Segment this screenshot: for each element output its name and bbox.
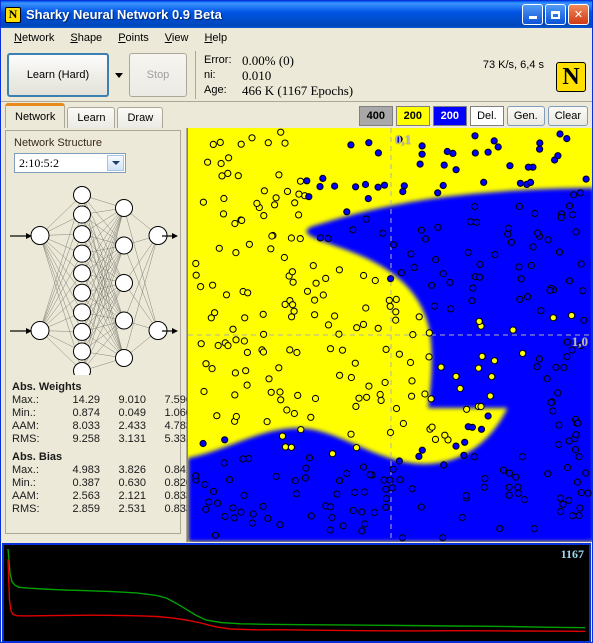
tab-draw[interactable]: Draw bbox=[117, 107, 164, 128]
training-stats: Error: 0.00% (0) ni: 0.010 Age: 466 K (1167… bbox=[204, 53, 353, 98]
row-label: Min.: bbox=[12, 407, 36, 419]
row-label: AAM: bbox=[12, 420, 39, 432]
cell: 2.859 bbox=[72, 503, 100, 515]
title-bar: N Sharky Neural Network 0.9 Beta ✕ bbox=[1, 1, 592, 28]
menu-item-view[interactable]: View bbox=[157, 30, 197, 46]
error-history-chart: 1167 bbox=[2, 543, 591, 643]
network-structure-label: Network Structure bbox=[14, 137, 103, 149]
network-panel: Network Structure 2:10:5:2 Abs. Weights … bbox=[1, 128, 192, 542]
menu-item-shape[interactable]: Shape bbox=[62, 30, 110, 46]
toolbar-separator bbox=[195, 51, 196, 99]
cell: 2.433 bbox=[118, 420, 146, 432]
learn-mode-dropdown-icon[interactable] bbox=[109, 53, 129, 97]
row-label: RMS: bbox=[12, 503, 40, 515]
menu-bar: NNetworketwork Shape Points View Help bbox=[1, 28, 592, 49]
cell: 3.131 bbox=[118, 433, 146, 445]
abs-weights-table: Abs. Weights Max.: 14.29 9.010 7.596 Min.: 0… bbox=[12, 381, 196, 446]
app-icon: N bbox=[5, 6, 21, 23]
point-count-class-a-button[interactable]: 200 bbox=[395, 106, 430, 126]
network-panel-inner: Network Structure 2:10:5:2 Abs. Weights … bbox=[5, 130, 192, 534]
cell: 2.121 bbox=[118, 490, 146, 502]
cell: 0.049 bbox=[118, 407, 146, 419]
window-title: Sharky Neural Network 0.9 Beta bbox=[26, 7, 222, 22]
cell: 2.563 bbox=[72, 490, 100, 502]
window-controls: ✕ bbox=[522, 4, 589, 25]
plot-canvas[interactable] bbox=[188, 128, 592, 542]
close-button[interactable]: ✕ bbox=[568, 4, 589, 25]
cell: 9.258 bbox=[72, 433, 100, 445]
network-structure-select[interactable]: 2:10:5:2 bbox=[14, 153, 126, 173]
cell: 0.630 bbox=[118, 477, 146, 489]
abs-bias-title: Abs. Bias bbox=[12, 451, 63, 463]
tab-network[interactable]: Network bbox=[5, 103, 66, 128]
cell: 0.874 bbox=[72, 407, 100, 419]
table-row: Max.: 4.983 3.826 0.841 bbox=[12, 464, 196, 477]
network-structure-value: 2:10:5:2 bbox=[19, 155, 60, 170]
axis-label-right: 1,0 bbox=[571, 334, 588, 349]
row-label: RMS: bbox=[12, 433, 40, 445]
sharky-logo-icon: N bbox=[556, 62, 586, 92]
app-window: N Sharky Neural Network 0.9 Beta ✕ NNetw… bbox=[0, 0, 593, 643]
clear-points-button[interactable]: Clear bbox=[547, 106, 588, 126]
age-label: Age: bbox=[204, 83, 227, 96]
age-value: 466 K (1167 Epochs) bbox=[242, 82, 354, 98]
axis-label-top: 0,1 bbox=[395, 132, 412, 147]
table-row: AAM: 2.563 2.121 0.833 bbox=[12, 490, 196, 503]
neural-network-diagram bbox=[10, 186, 178, 375]
abs-weights-title: Abs. Weights bbox=[12, 381, 82, 393]
minimize-button[interactable] bbox=[522, 4, 543, 25]
menu-item-points[interactable]: Points bbox=[110, 30, 157, 46]
point-count-total-button[interactable]: 400 bbox=[358, 106, 393, 126]
cell: 4.983 bbox=[72, 464, 100, 476]
abs-bias-table: Abs. Bias Max.: 4.983 3.826 0.841 Min.: 0.38… bbox=[12, 451, 196, 516]
decision-boundary-plot[interactable]: 0,1 1,0 bbox=[187, 128, 592, 542]
menu-item-network[interactable]: NNetworketwork bbox=[6, 30, 62, 46]
table-row: RMS: 9.258 3.131 5.331 bbox=[12, 433, 196, 446]
error-label: Error: bbox=[204, 53, 232, 66]
epoch-count-label: 1167 bbox=[560, 547, 584, 561]
ni-label: ni: bbox=[204, 68, 216, 81]
learn-button[interactable]: Learn (Hard) bbox=[7, 53, 109, 97]
table-row: Max.: 14.29 9.010 7.596 bbox=[12, 394, 196, 407]
menu-item-help[interactable]: Help bbox=[196, 30, 235, 46]
maximize-button[interactable] bbox=[545, 4, 566, 25]
table-row: Min.: 0.874 0.049 1.060 bbox=[12, 407, 196, 420]
row-label: Max.: bbox=[12, 464, 39, 476]
toolbar: Learn (Hard) Stop Error: 0.00% (0) ni: 0.0… bbox=[1, 49, 592, 102]
ni-value: 0.010 bbox=[242, 67, 272, 83]
cell: 0.387 bbox=[72, 477, 100, 489]
delete-points-button[interactable]: Del. bbox=[469, 106, 504, 126]
error-chart-canvas bbox=[4, 545, 589, 639]
row-label: AAM: bbox=[12, 490, 39, 502]
main-area: Network Structure 2:10:5:2 Abs. Weights … bbox=[1, 128, 592, 542]
speed-indicator: 73 K/s, 6,4 s bbox=[482, 59, 544, 71]
row-label: Min.: bbox=[12, 477, 36, 489]
stop-button[interactable]: Stop bbox=[129, 53, 187, 97]
cell: 9.010 bbox=[118, 394, 146, 406]
tab-bar: Network Learn Draw 400 200 200 Del. Gen.… bbox=[1, 102, 592, 128]
table-row: AAM: 8.033 2.433 4.783 bbox=[12, 420, 196, 433]
cell: 2.531 bbox=[118, 503, 146, 515]
cell: 3.826 bbox=[118, 464, 146, 476]
cell: 8.033 bbox=[72, 420, 100, 432]
table-row: Min.: 0.387 0.630 0.826 bbox=[12, 477, 196, 490]
point-count-class-b-button[interactable]: 200 bbox=[432, 106, 467, 126]
chevron-down-icon[interactable] bbox=[107, 155, 124, 171]
cell: 14.29 bbox=[72, 394, 100, 406]
tab-learn[interactable]: Learn bbox=[67, 107, 116, 128]
point-controls: 400 200 200 Del. Gen. Clear bbox=[358, 106, 588, 126]
row-label: Max.: bbox=[12, 394, 39, 406]
error-value: 0.00% (0) bbox=[242, 52, 294, 68]
generate-points-button[interactable]: Gen. bbox=[506, 106, 545, 126]
table-row: RMS: 2.859 2.531 0.833 bbox=[12, 503, 196, 516]
